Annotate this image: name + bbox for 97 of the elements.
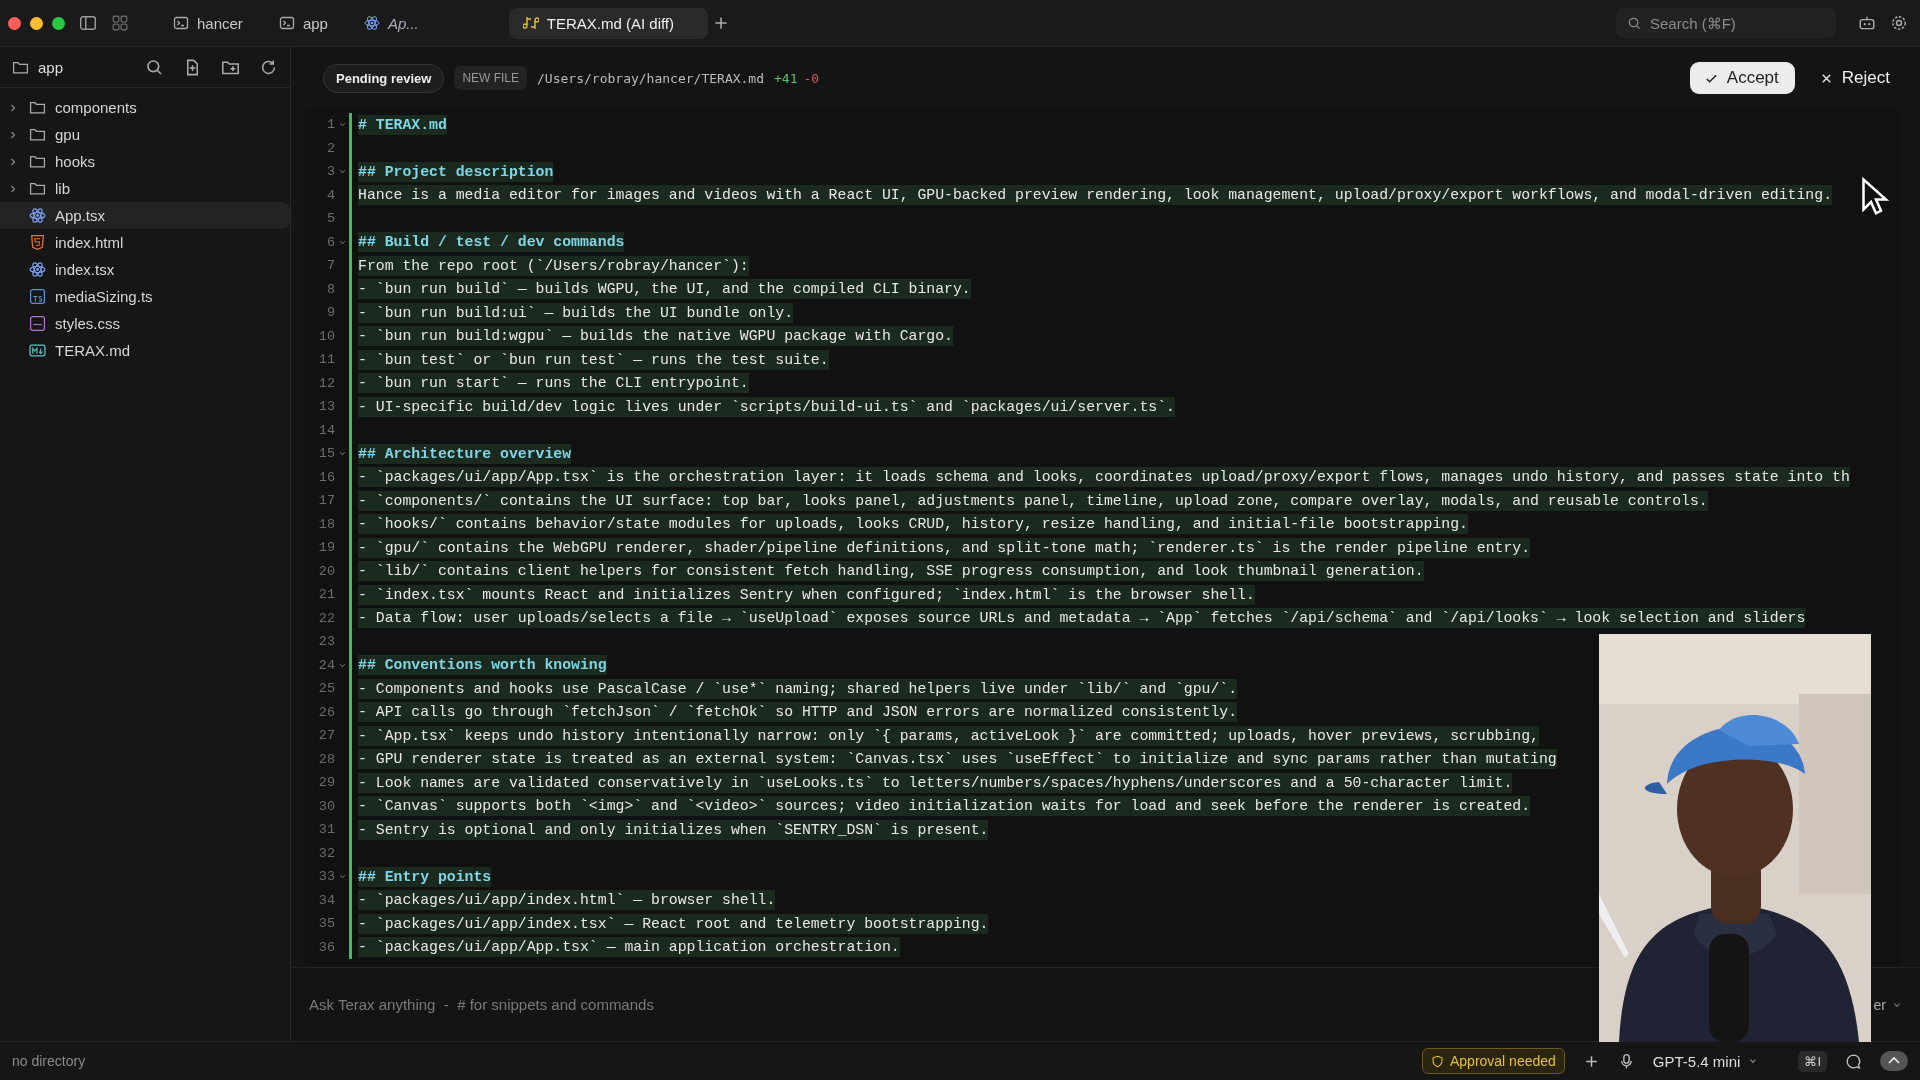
shield-five-icon	[29, 234, 46, 251]
atom-icon	[29, 207, 46, 224]
line-number: 18	[317, 516, 335, 532]
line-number: 17	[317, 493, 335, 509]
line-number: 13	[317, 399, 335, 415]
sidebar-toggle-icon[interactable]	[79, 14, 97, 32]
review-status: Pending review	[323, 63, 445, 93]
tab-label: hancer	[197, 14, 243, 32]
line-number: 33	[317, 869, 335, 885]
line-number: 3	[325, 164, 335, 180]
mouse-pointer-icon	[1861, 177, 1891, 217]
folder-icon	[29, 99, 46, 116]
line-number: 6	[325, 234, 335, 250]
settings-icon[interactable]	[1890, 14, 1908, 32]
shield-icon	[1430, 1054, 1444, 1068]
line-number: 22	[317, 610, 335, 626]
accept-button[interactable]: Accept	[1689, 62, 1795, 94]
ask-input-field[interactable]: Ask Terax anything - # for snippets and commands	[307, 995, 1511, 1014]
chevron-icon	[1748, 1056, 1759, 1066]
file-tree-item[interactable]: mediaSizing.ts	[0, 283, 290, 310]
refresh-icon[interactable]	[259, 57, 278, 77]
line-number: 1	[325, 117, 335, 133]
file-tree-item[interactable]: index.tsx	[0, 256, 290, 283]
minimize-window-button[interactable]	[30, 16, 43, 30]
folder-icon	[29, 180, 46, 197]
tab[interactable]: Ap...	[347, 7, 435, 39]
file-tree-item[interactable]: index.html	[0, 229, 290, 256]
line-number: 28	[317, 751, 335, 767]
line-number: 32	[317, 845, 335, 861]
file-tree-item[interactable]: TERAX.md	[0, 337, 290, 364]
atom-icon	[363, 15, 380, 31]
file-tree-item[interactable]: hooks	[0, 148, 290, 175]
line-number: 15	[317, 446, 335, 462]
search-field[interactable]: Search (⌘F)	[1616, 8, 1836, 38]
search-icon[interactable]	[145, 57, 164, 77]
reject-button[interactable]: Reject	[1804, 62, 1894, 94]
line-number: 2	[325, 140, 335, 156]
line-number: 31	[317, 822, 335, 838]
search-icon	[1627, 15, 1642, 31]
tab-label: Ap...	[387, 14, 419, 32]
file-tree-item[interactable]: gpu	[0, 121, 290, 148]
line-number: 8	[325, 281, 335, 297]
expand-button[interactable]	[1880, 1051, 1908, 1071]
chat-icon[interactable]	[1845, 1052, 1862, 1070]
line-number: 19	[317, 540, 335, 556]
line-number: 10	[317, 328, 335, 344]
maximize-window-button[interactable]	[52, 16, 65, 30]
atom-icon	[29, 261, 46, 278]
added-count: +41	[774, 70, 798, 86]
shortcut-key: ⌘I	[1798, 1050, 1827, 1072]
line-number: 26	[317, 704, 335, 720]
directory-status: no directory	[12, 1053, 86, 1069]
line-number: 25	[317, 681, 335, 697]
line-number: 5	[325, 211, 335, 227]
line-number: 12	[317, 375, 335, 391]
grid-icon[interactable]	[111, 14, 129, 32]
line-number: 20	[317, 563, 335, 579]
line-number: 7	[325, 258, 335, 274]
folder-icon	[29, 153, 46, 170]
line-number: 24	[317, 657, 335, 673]
file-tree-item[interactable]: styles.css	[0, 310, 290, 337]
new-file-badge: NEW FILE	[454, 66, 528, 90]
tab-label: app	[302, 14, 328, 32]
file-tree-item[interactable]: components	[0, 94, 290, 121]
terminal-icon	[278, 15, 295, 31]
line-number: 21	[317, 587, 335, 603]
folder-icon	[29, 126, 46, 143]
line-number: 30	[317, 798, 335, 814]
tab[interactable]: hancer	[157, 7, 259, 39]
folder-name: app	[38, 58, 64, 76]
model-selector[interactable]: GPT-5.4 mini	[1652, 1052, 1759, 1070]
line-number: 27	[317, 728, 335, 744]
removed-count: -0	[803, 70, 820, 86]
markdown-file-icon	[29, 342, 46, 359]
css-file-icon	[29, 315, 46, 332]
approval-badge[interactable]: Approval needed	[1421, 1048, 1565, 1074]
file-tree-item[interactable]: App.tsx	[0, 202, 290, 229]
file-path: /Users/robray/hancer/TERAX.md	[537, 70, 765, 86]
close-window-button[interactable]	[8, 16, 21, 30]
typescript-file-icon	[29, 288, 46, 305]
robot-icon[interactable]	[1858, 14, 1876, 32]
tab[interactable]: TERAX.md (AI diff)	[508, 7, 709, 39]
line-number: 4	[325, 187, 335, 203]
file-tree-item[interactable]: lib	[0, 175, 290, 202]
dropdown-label[interactable]: er	[1873, 996, 1886, 1013]
line-number: 34	[317, 892, 335, 908]
line-number: 14	[317, 422, 335, 438]
line-number: 16	[317, 469, 335, 485]
line-number: 23	[317, 634, 335, 650]
tab[interactable]: app	[262, 7, 344, 39]
terminal-icon	[173, 15, 189, 31]
line-number: 35	[317, 916, 335, 932]
line-number: 36	[317, 939, 335, 955]
tab-label: TERAX.md (AI diff)	[546, 14, 675, 32]
line-number: 11	[317, 352, 335, 368]
line-number: 9	[325, 305, 335, 321]
line-number: 29	[317, 775, 335, 791]
